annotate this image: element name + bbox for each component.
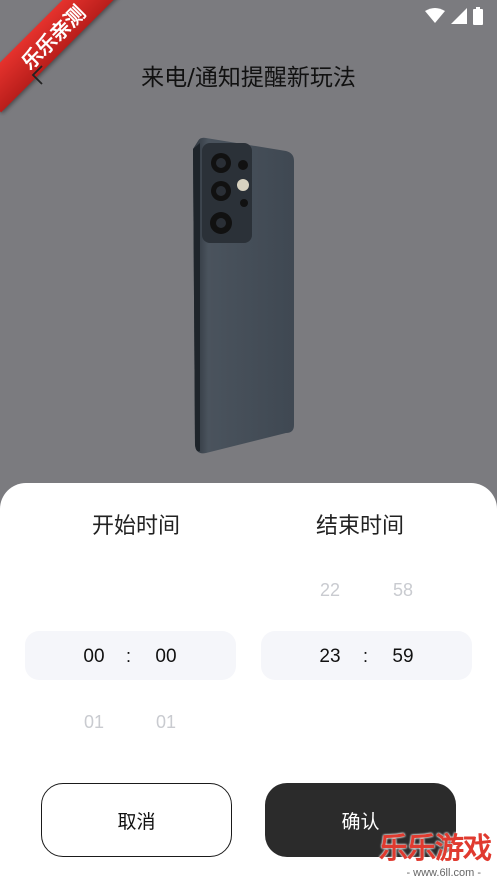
end-hour-prev[interactable]: 22 (300, 580, 360, 601)
start-minute-next[interactable]: 01 (136, 712, 196, 733)
watermark-logo-url: - www.6ll.com - (406, 867, 481, 879)
wifi-icon (425, 8, 445, 23)
start-hour-selected[interactable]: 00 (64, 646, 124, 668)
start-hour-next[interactable]: 01 (64, 712, 124, 733)
watermark-logo-text: 乐乐游戏 (378, 831, 492, 865)
phone-render-image (193, 137, 294, 454)
page-title: 来电/通知提醒新玩法 (141, 65, 356, 91)
signal-icon (451, 8, 467, 24)
start-separator: : (126, 646, 132, 666)
end-minute-prev[interactable]: 58 (373, 580, 433, 601)
end-separator: : (363, 646, 369, 666)
end-time-title: 结束时间 (315, 514, 404, 539)
start-minute-selected[interactable]: 00 (136, 646, 196, 668)
watermark-logo: 乐乐游戏 - www.6ll.com - (377, 831, 495, 881)
end-minute-selected[interactable]: 59 (373, 646, 433, 668)
start-time-title: 开始时间 (91, 514, 180, 539)
cancel-button[interactable]: 取消 (41, 783, 232, 857)
end-hour-selected[interactable]: 23 (300, 646, 360, 668)
battery-icon (473, 7, 483, 25)
